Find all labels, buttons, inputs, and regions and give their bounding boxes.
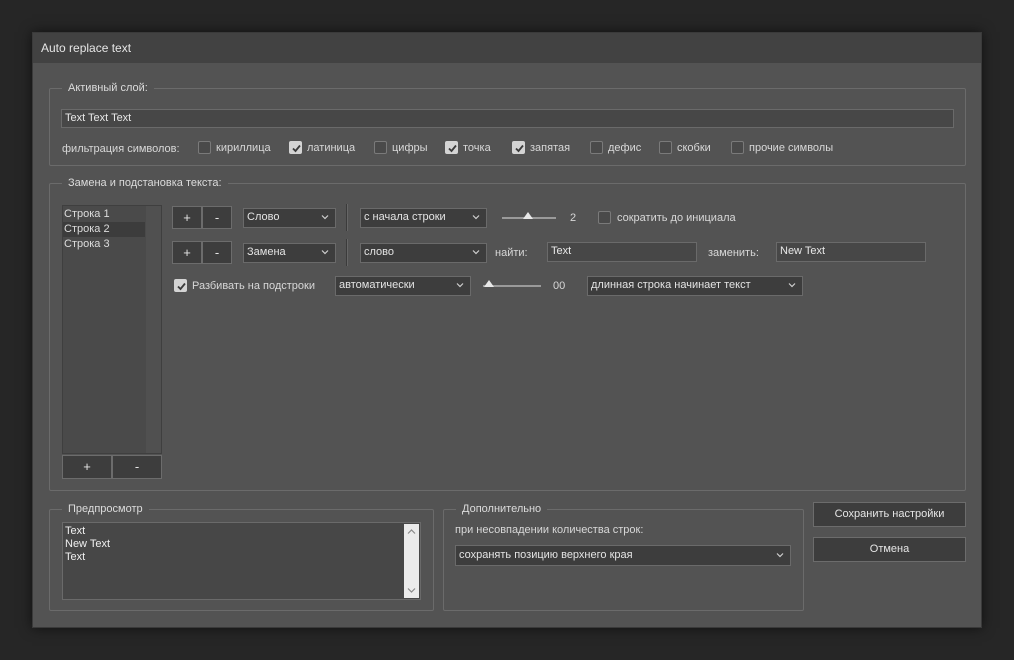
find-input[interactable]: Text bbox=[547, 242, 697, 262]
find-label: найти: bbox=[495, 247, 528, 259]
row1-position-value: с начала строки bbox=[364, 211, 446, 223]
row3-slider-value: 00 bbox=[553, 280, 566, 292]
preview-line-1: Text bbox=[65, 525, 86, 537]
list-item-line-3[interactable]: Строка 3 bbox=[63, 237, 145, 252]
abbrev-checkbox[interactable] bbox=[598, 211, 611, 224]
mismatch-value: сохранять позицию верхнего края bbox=[459, 549, 633, 561]
mismatch-label: при несовпадении количества строк: bbox=[455, 524, 644, 536]
preview-text: Text New Text Text bbox=[65, 525, 110, 564]
row1-slider-thumb[interactable] bbox=[523, 212, 533, 219]
filter-hyphen-label: дефис bbox=[608, 142, 642, 154]
chevron-down-icon bbox=[776, 553, 784, 558]
row2-mode-dropdown[interactable]: Замена bbox=[243, 243, 336, 263]
row3-slider[interactable] bbox=[483, 280, 541, 292]
split-mode-value: автоматически bbox=[339, 279, 415, 291]
list-item-line-2[interactable]: Строка 2 bbox=[63, 222, 145, 237]
row1-mode-dropdown[interactable]: Слово bbox=[243, 208, 336, 228]
scroll-down-icon[interactable] bbox=[407, 587, 416, 594]
preview-group: Предпросмотр Text New Text Text bbox=[49, 503, 434, 611]
preview-line-3: Text bbox=[65, 551, 86, 563]
long-line-dropdown[interactable]: длинная строка начинает текст bbox=[587, 276, 803, 296]
lines-list-content: Строка 1 Строка 2 Строка 3 bbox=[63, 206, 146, 453]
row2-scope-value: слово bbox=[364, 246, 394, 258]
scroll-up-icon[interactable] bbox=[407, 528, 416, 535]
cancel-button[interactable]: Отмена bbox=[813, 537, 966, 562]
extra-group: Дополнительно при несовпадении количеств… bbox=[443, 503, 804, 611]
split-checkbox[interactable] bbox=[174, 279, 187, 292]
filter-label: фильтрация символов: bbox=[62, 143, 180, 155]
replace-legend: Замена и подстановка текста: bbox=[62, 177, 228, 189]
row1-mode-value: Слово bbox=[247, 211, 280, 223]
filter-latin-checkbox[interactable] bbox=[289, 141, 302, 154]
filter-latin-label: латиница bbox=[307, 142, 356, 154]
chevron-down-icon bbox=[456, 283, 464, 288]
preview-scrollbar[interactable] bbox=[404, 524, 419, 598]
row2-add-button[interactable]: + bbox=[172, 241, 202, 264]
row1-separator bbox=[346, 204, 348, 231]
long-line-value: длинная строка начинает текст bbox=[591, 279, 751, 291]
split-label: Разбивать на подстроки bbox=[192, 280, 315, 292]
filter-comma-checkbox[interactable] bbox=[512, 141, 525, 154]
remove-line-button[interactable]: - bbox=[112, 455, 162, 479]
filter-comma-label: запятая bbox=[530, 142, 571, 154]
replace-input[interactable]: New Text bbox=[776, 242, 926, 262]
extra-legend: Дополнительно bbox=[456, 503, 548, 515]
list-item-line-1[interactable]: Строка 1 bbox=[63, 207, 145, 222]
lines-list[interactable]: Строка 1 Строка 2 Строка 3 bbox=[62, 205, 162, 454]
row1-add-button[interactable]: + bbox=[172, 206, 202, 229]
filter-hyphen-checkbox[interactable] bbox=[590, 141, 603, 154]
filter-brackets-checkbox[interactable] bbox=[659, 141, 672, 154]
filter-cyrillic-label: кириллица bbox=[216, 142, 271, 154]
row1-position-dropdown[interactable]: с начала строки bbox=[360, 208, 487, 228]
row1-slider-value: 2 bbox=[570, 212, 577, 224]
chevron-down-icon bbox=[321, 250, 329, 255]
chevron-down-icon bbox=[321, 215, 329, 220]
filter-cyrillic-checkbox[interactable] bbox=[198, 141, 211, 154]
save-settings-button[interactable]: Сохранить настройки bbox=[813, 502, 966, 527]
mismatch-dropdown[interactable]: сохранять позицию верхнего края bbox=[455, 545, 791, 566]
chevron-down-icon bbox=[472, 215, 480, 220]
title-bar[interactable]: Auto replace text bbox=[33, 33, 981, 63]
active-layer-text-field[interactable]: Text Text Text bbox=[61, 109, 954, 128]
filter-other-label: прочие символы bbox=[749, 142, 834, 154]
abbrev-label: сократить до инициала bbox=[617, 212, 736, 224]
row3-slider-thumb[interactable] bbox=[484, 280, 494, 287]
row2-remove-button[interactable]: - bbox=[202, 241, 232, 264]
active-layer-legend: Активный слой: bbox=[62, 82, 154, 94]
preview-legend: Предпросмотр bbox=[62, 503, 149, 515]
preview-box[interactable]: Text New Text Text bbox=[62, 522, 421, 600]
filter-dot-label: точка bbox=[463, 142, 491, 154]
add-line-button[interactable]: + bbox=[62, 455, 112, 479]
lines-list-scrollbar[interactable] bbox=[146, 206, 161, 453]
filter-brackets-label: скобки bbox=[677, 142, 711, 154]
row2-scope-dropdown[interactable]: слово bbox=[360, 243, 487, 263]
filter-dot-checkbox[interactable] bbox=[445, 141, 458, 154]
row1-slider[interactable] bbox=[502, 212, 556, 224]
filter-other-checkbox[interactable] bbox=[731, 141, 744, 154]
replace-group: Замена и подстановка текста: Строка 1 Ст… bbox=[49, 177, 966, 491]
preview-line-2: New Text bbox=[65, 538, 111, 550]
row1-remove-button[interactable]: - bbox=[202, 206, 232, 229]
active-layer-group: Активный слой: Text Text Text фильтрация… bbox=[49, 82, 966, 166]
filter-digits-label: цифры bbox=[392, 142, 428, 154]
replace-label: заменить: bbox=[708, 247, 759, 259]
window-title: Auto replace text bbox=[41, 41, 132, 55]
row2-mode-value: Замена bbox=[247, 246, 286, 258]
auto-replace-dialog: Auto replace text Активный слой: Text Te… bbox=[32, 32, 982, 628]
chevron-down-icon bbox=[788, 283, 796, 288]
filter-digits-checkbox[interactable] bbox=[374, 141, 387, 154]
chevron-down-icon bbox=[472, 250, 480, 255]
row2-separator bbox=[346, 239, 348, 266]
split-mode-dropdown[interactable]: автоматически bbox=[335, 276, 471, 296]
